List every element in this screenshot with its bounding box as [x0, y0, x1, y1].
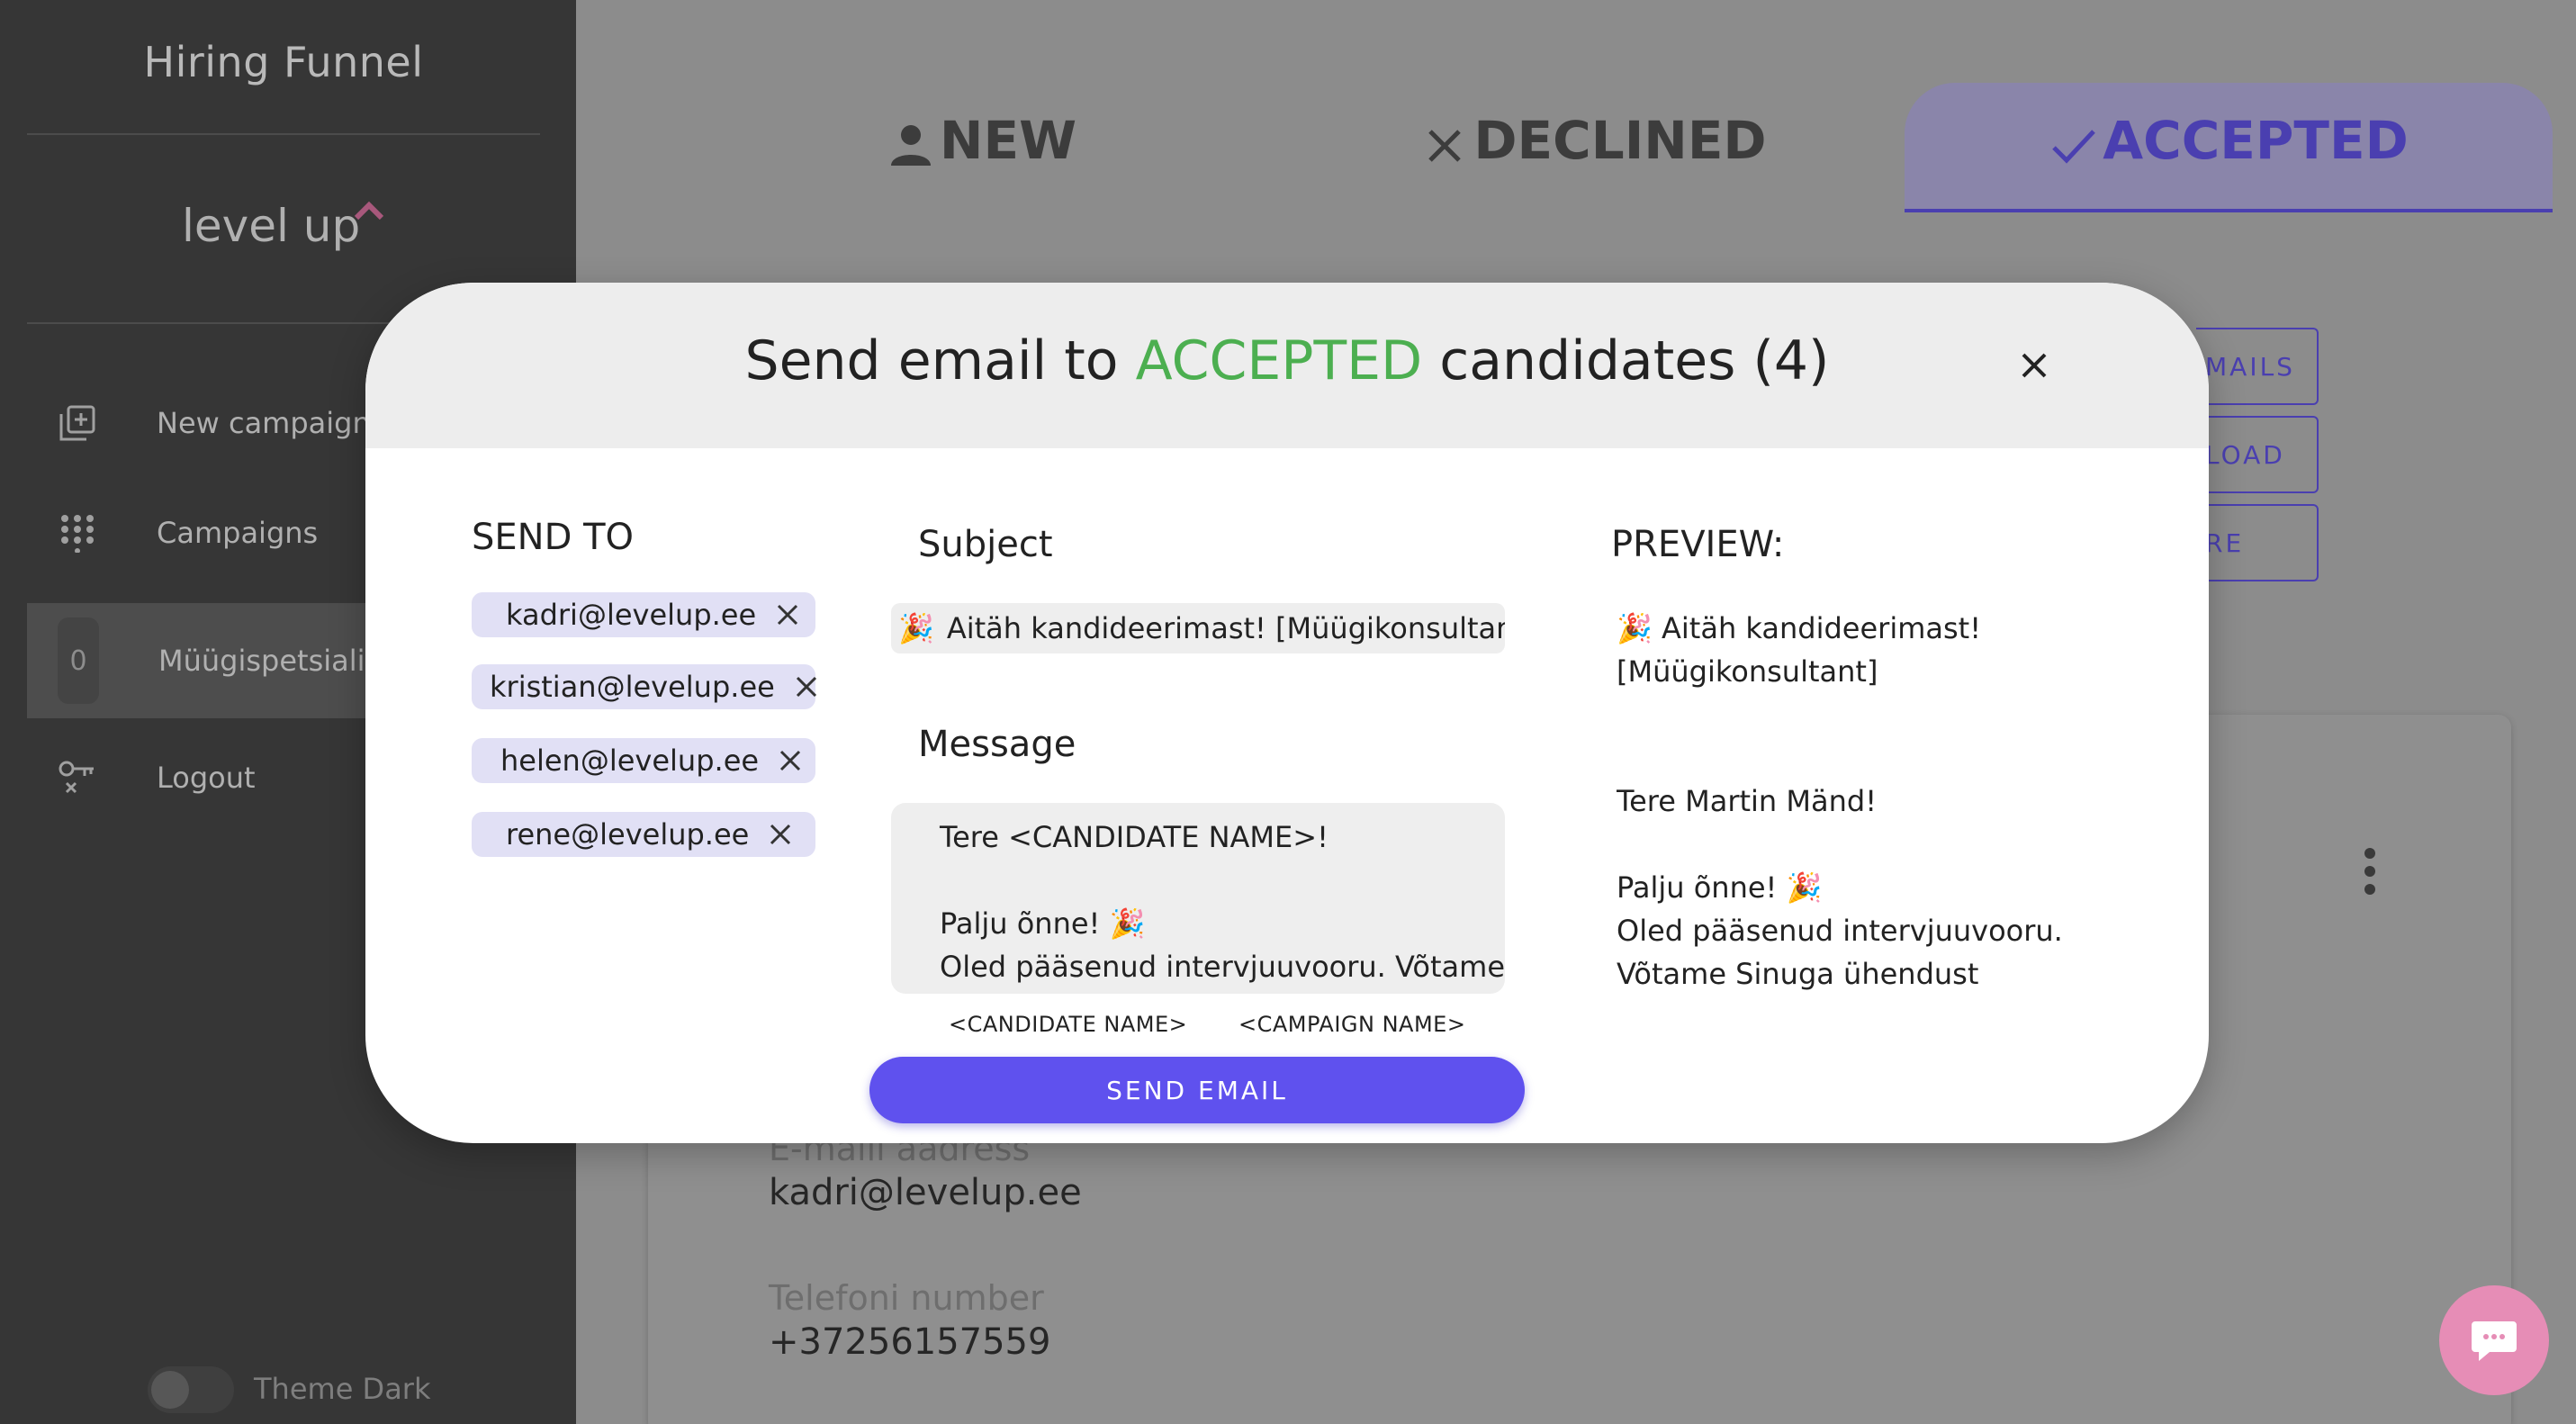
message-textarea[interactable]: Tere <CANDIDATE NAME>! Palju õnne! 🎉 Ole…: [891, 803, 1505, 994]
modal-title-prefix: Send email to: [744, 329, 1119, 392]
modal-title-suffix: candidates (4): [1439, 329, 1830, 392]
sidebar-item-label: Logout: [157, 761, 256, 795]
recipient-chip: kadri@levelup.ee: [472, 592, 815, 637]
tab-declined[interactable]: DECLINED: [1404, 83, 1782, 212]
tab-new[interactable]: NEW: [810, 83, 1152, 212]
message-label: Message: [918, 724, 1076, 765]
logo-caret-icon: [354, 201, 384, 221]
modal-title-status: ACCEPTED: [1135, 329, 1423, 392]
close-icon: [1428, 130, 1462, 162]
recipient-email: kadri@levelup.ee: [506, 598, 757, 632]
subject-input[interactable]: 🎉 Aitäh kandideerimast! [Müügikonsultant…: [891, 603, 1505, 653]
brand-logo[interactable]: level up: [182, 200, 360, 252]
recipient-chip: kristian@levelup.ee: [472, 664, 816, 709]
toggle-knob: [151, 1371, 189, 1409]
remove-recipient-icon[interactable]: [767, 821, 794, 848]
theme-toggle-label: Theme Dark: [254, 1372, 431, 1406]
phone-value: +37256157559: [769, 1321, 1051, 1363]
preview-line: [Müügikonsultant]: [1617, 654, 1878, 689]
message-line: [940, 859, 1505, 902]
recipient-chip: rene@levelup.ee: [472, 812, 815, 857]
email-preview: 🎉 Aitäh kandideerimast! [Müügikonsultant…: [1617, 607, 2121, 1001]
tab-label: DECLINED: [1473, 110, 1767, 171]
send-to-label: SEND TO: [472, 517, 635, 558]
send-emails-button[interactable]: MAILS: [2196, 328, 2319, 405]
insert-campaign-name-token[interactable]: <CAMPAIGN NAME>: [1238, 1012, 1465, 1037]
tab-accepted[interactable]: ACCEPTED: [1905, 83, 2553, 212]
preview-line: [1617, 693, 2121, 736]
sidebar-divider: [27, 133, 540, 135]
modal-title: Send email to ACCEPTED candidates (4): [365, 329, 2209, 392]
preview-line: 🎉 Aitäh kandideerimast!: [1617, 611, 1982, 645]
message-line: Palju õnne! 🎉: [940, 906, 1146, 941]
message-line: Tere <CANDIDATE NAME>!: [940, 820, 1329, 854]
sidebar-item-label: New campaign: [157, 406, 371, 440]
add-box-icon: [59, 405, 95, 441]
grid-dots-icon: [61, 515, 94, 553]
preview-label: PREVIEW:: [1611, 524, 1785, 565]
subject-label: Subject: [918, 524, 1053, 565]
tab-label: ACCEPTED: [2103, 110, 2409, 171]
tab-label: NEW: [939, 110, 1077, 171]
remove-recipient-icon[interactable]: [793, 673, 820, 700]
close-icon[interactable]: [2016, 347, 2052, 383]
subject-value: Aitäh kandideerimast! [Müügikonsultant]: [946, 611, 1505, 645]
sidebar-item-label: Müügispetsialist: [158, 644, 392, 678]
preview-line: Palju õnne! 🎉: [1617, 870, 1823, 905]
insert-candidate-name-token[interactable]: <CANDIDATE NAME>: [949, 1012, 1187, 1037]
key-icon: [59, 761, 94, 794]
remove-recipient-icon[interactable]: [774, 601, 801, 628]
chat-bubble-icon: [2472, 1321, 2517, 1361]
chat-button[interactable]: [2439, 1285, 2549, 1395]
preview-line: Tere Martin Mänd!: [1617, 784, 1878, 818]
recipient-email: rene@levelup.ee: [506, 817, 750, 852]
kebab-menu-icon[interactable]: [2362, 848, 2378, 897]
theme-toggle[interactable]: [148, 1366, 234, 1413]
preview-line: Oled pääsenud intervjuuvooru.: [1617, 914, 2063, 948]
preview-line: Võtame Sinuga ühendust: [1617, 957, 1979, 991]
recipient-email: kristian@levelup.ee: [490, 670, 775, 704]
email-value: kadri@levelup.ee: [769, 1172, 1082, 1213]
sidebar-item-label: Campaigns: [157, 516, 319, 550]
check-icon: [2052, 130, 2096, 164]
person-icon: [890, 125, 931, 166]
send-email-button[interactable]: SEND EMAIL: [869, 1057, 1525, 1123]
preview-line: [1617, 823, 2121, 866]
phone-label: Telefoni number: [769, 1278, 1044, 1318]
party-emoji-icon: 🎉: [898, 611, 934, 645]
send-email-modal: Send email to ACCEPTED candidates (4) SE…: [365, 283, 2209, 1143]
message-line: Oled pääsenud intervjuuvooru. Võtame: [940, 950, 1505, 984]
more-button[interactable]: RE: [2196, 504, 2319, 581]
recipient-email: helen@levelup.ee: [500, 744, 760, 778]
preview-line: [1617, 736, 2121, 780]
remove-recipient-icon[interactable]: [777, 747, 804, 774]
recipient-chip: helen@levelup.ee: [472, 738, 815, 783]
modal-header: Send email to ACCEPTED candidates (4): [365, 283, 2209, 448]
campaign-count-badge: 0: [58, 617, 99, 704]
download-button[interactable]: LOAD: [2196, 416, 2319, 493]
app-title: Hiring Funnel: [143, 38, 424, 86]
